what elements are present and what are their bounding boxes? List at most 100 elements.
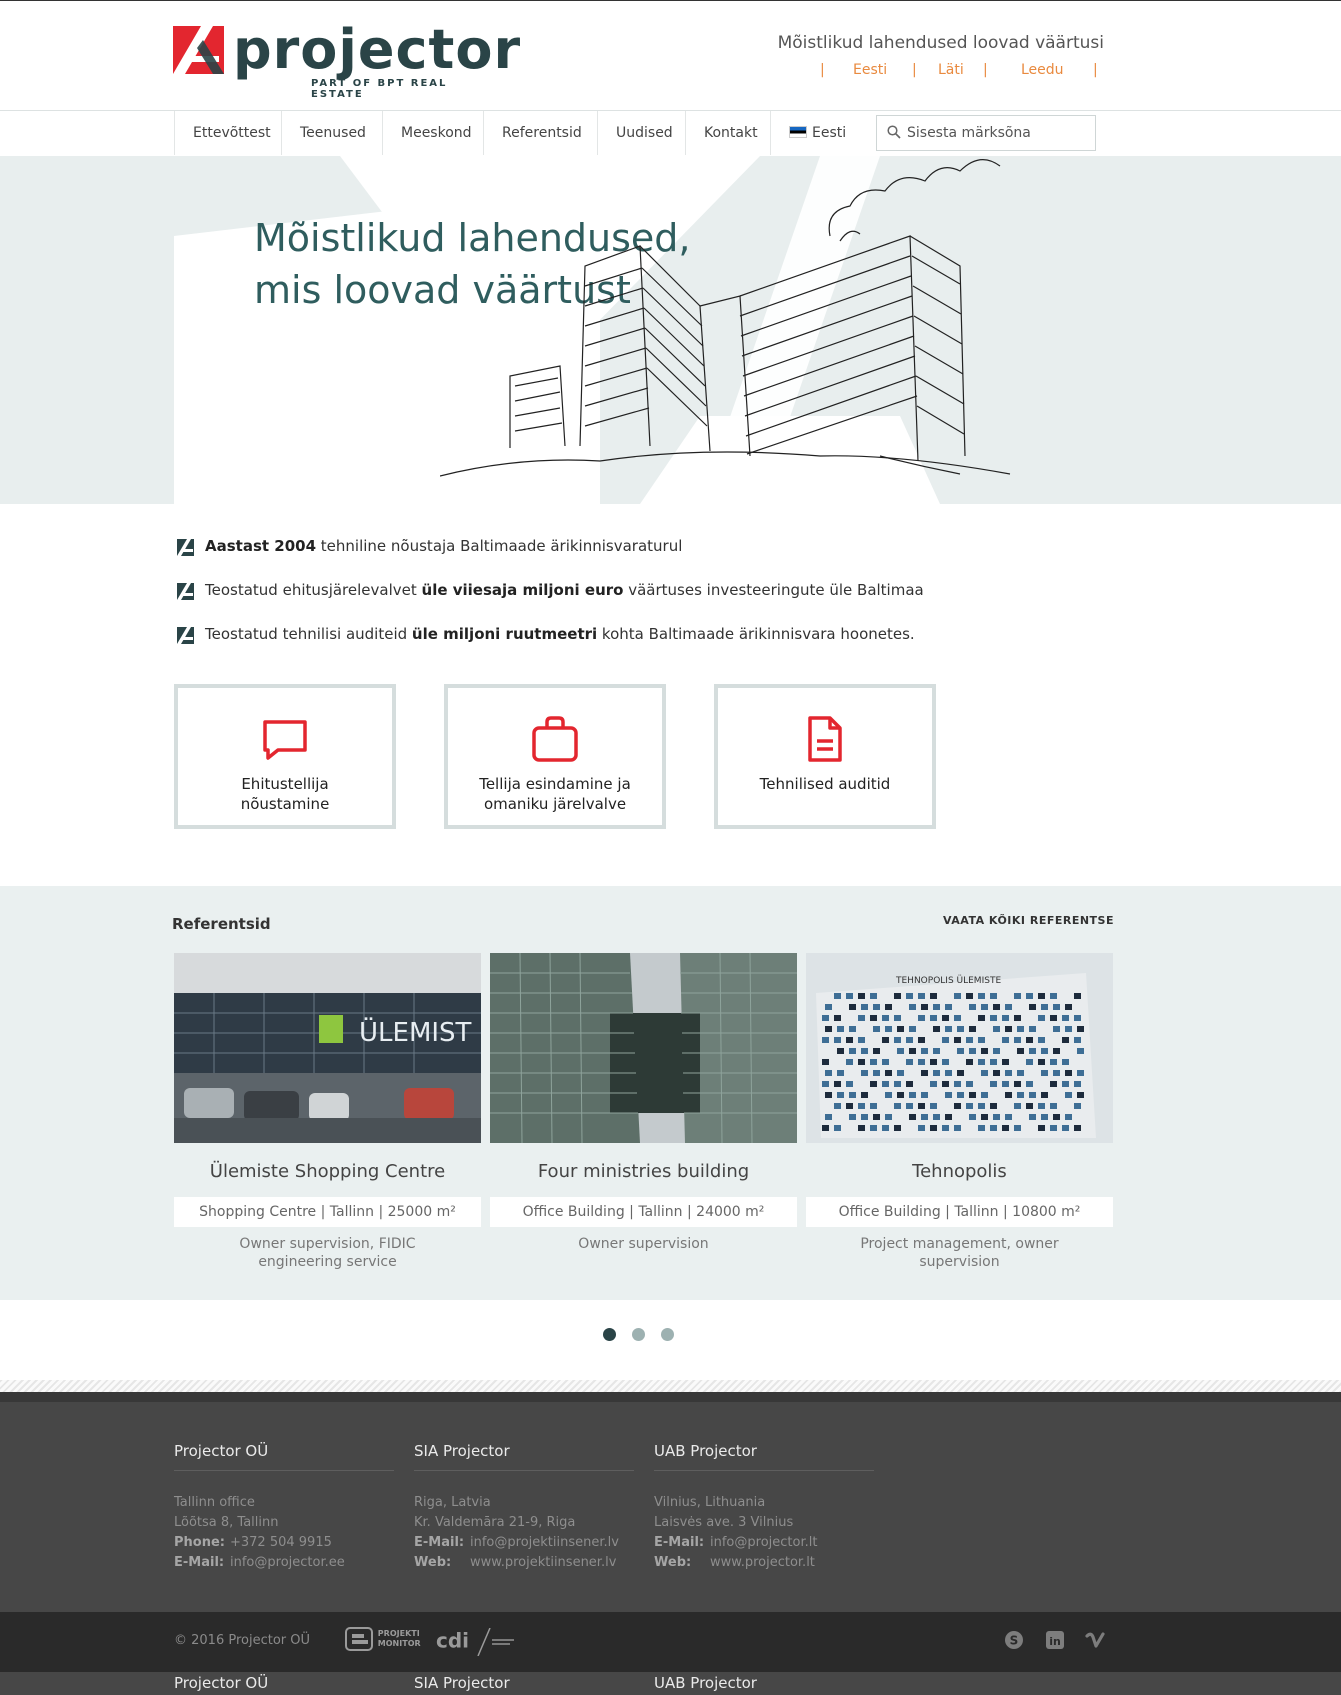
footer-office: Vilnius, Lithuania — [654, 1495, 766, 1510]
search-icon[interactable] — [887, 125, 901, 139]
briefcase-icon — [532, 716, 578, 762]
reference-image — [490, 953, 797, 1143]
vimeo-icon[interactable] — [1085, 1629, 1107, 1651]
references-title: Referentsid — [172, 915, 271, 933]
footer-top-bar — [0, 1392, 1341, 1402]
fact-text: Teostatud tehnilisi auditeid üle miljoni… — [205, 625, 915, 643]
logo-text: projector — [233, 18, 522, 81]
copyright: © 2016 Projector OÜ — [174, 1633, 311, 1648]
nav-item-referentsid[interactable]: Referentsid — [483, 111, 582, 155]
fact-text: Aastast 2004 tehniline nõustaja Baltimaa… — [205, 537, 683, 555]
footer-bottom-bar: © 2016 Projector OÜ PROJEKTI MONITOR cdi… — [0, 1612, 1341, 1672]
footer-contact: Vilnius, Lithuania Laisvės ave. 3 Vilniu… — [654, 1493, 874, 1573]
footer-label: Phone: — [174, 1535, 225, 1550]
reference-meta: Office Building | Tallinn | 10800 m² — [806, 1197, 1113, 1227]
slider-dot-2[interactable] — [632, 1328, 645, 1341]
reference-meta: Office Building | Tallinn | 24000 m² — [490, 1197, 797, 1227]
slider-dot-3[interactable] — [661, 1328, 674, 1341]
footer-column-title: SIA Projector — [414, 1442, 634, 1471]
hero-banner: Mõistlikud lahendused, mis loovad väärtu… — [0, 156, 1341, 504]
footer-office: Riga, Latvia — [414, 1495, 491, 1510]
footer-column-latvia: SIA Projector Riga, Latvia Kr. Valdemāra… — [414, 1442, 634, 1573]
partner-logo-projekti-monitor[interactable]: PROJEKTI MONITOR — [345, 1626, 422, 1658]
slider-dot-1[interactable] — [603, 1328, 616, 1341]
reference-card[interactable]: TEHNOPOLIS ÜLEMISTE Tehnopolis Office Bu… — [806, 953, 1113, 1271]
reference-description: Owner supervision, FIDIC engineering ser… — [239, 1236, 416, 1270]
footer-repeat-title: SIA Projector — [414, 1674, 510, 1692]
footer-label: E-Mail: — [174, 1555, 225, 1570]
footer-column-lithuania: UAB Projector Vilnius, Lithuania Laisvės… — [654, 1442, 874, 1573]
service-label: Tellija esindamine ja omaniku järelvalve — [479, 775, 631, 813]
monitor-logo-icon — [345, 1627, 373, 1651]
bullet-logo-icon — [177, 627, 194, 644]
nav-item-uudised[interactable]: Uudised — [597, 111, 673, 155]
reference-meta: Shopping Centre | Tallinn | 25000 m² — [174, 1197, 481, 1227]
logo-mark-icon — [173, 26, 224, 74]
footer-web-link[interactable]: www.projector.lt — [710, 1555, 815, 1570]
reference-card[interactable]: ÜLEMIST Ülemiste Shopping Centre Shoppin… — [174, 953, 481, 1271]
service-card-ehitustellija[interactable]: Ehitustellija nõustamine — [174, 684, 396, 829]
search-input[interactable] — [907, 123, 1087, 143]
logo[interactable]: projector PART OF BPT REAL ESTATE — [173, 18, 520, 100]
reference-name: Ülemiste Shopping Centre — [209, 1161, 446, 1182]
footer-email-link[interactable]: info@projector.lt — [710, 1535, 817, 1550]
skype-icon[interactable]: S — [1003, 1629, 1025, 1651]
header-tagline: Mõistlikud lahendused loovad väärtusi — [777, 33, 1104, 53]
footer-column-title: Projector OÜ — [174, 1442, 394, 1471]
lang-separator: | — [820, 62, 825, 78]
footer-repeat-title: UAB Projector — [654, 1674, 757, 1692]
reference-description: Owner supervision — [578, 1236, 709, 1252]
service-card-tellija-esindamine[interactable]: Tellija esindamine ja omaniku järelvalve — [444, 684, 666, 829]
estonian-flag-icon — [789, 126, 807, 138]
footer-column-title: UAB Projector — [654, 1442, 874, 1471]
top-border — [0, 0, 1341, 1]
nav-item-kontakt[interactable]: Kontakt — [685, 111, 758, 155]
footer-office: Tallinn office — [174, 1495, 255, 1510]
svg-text:ÜLEMIST: ÜLEMIST — [359, 1016, 472, 1048]
search-box — [876, 115, 1096, 151]
lang-separator: | — [912, 62, 917, 78]
lang-separator: | — [983, 62, 988, 78]
chat-icon — [263, 720, 307, 760]
footer-address: Kr. Valdemāra 21-9, Riga — [414, 1515, 576, 1530]
footer-web-link[interactable]: www.projektiinsener.lv — [470, 1555, 616, 1570]
svg-text:TEHNOPOLIS ÜLEMISTE: TEHNOPOLIS ÜLEMISTE — [895, 975, 1001, 986]
lang-link-leedu[interactable]: Leedu — [1021, 62, 1064, 78]
footer-label: E-Mail: — [654, 1535, 705, 1550]
footer-label: Web: — [414, 1555, 452, 1570]
document-icon — [808, 716, 842, 762]
linkedin-icon[interactable]: in — [1044, 1629, 1066, 1651]
nav-item-meeskond[interactable]: Meeskond — [382, 111, 472, 155]
lang-link-eesti[interactable]: Eesti — [853, 62, 887, 78]
service-card-tehnilised-auditid[interactable]: Tehnilised auditid — [714, 684, 936, 829]
footer: Projector OÜ Tallinn office Lõõtsa 8, Ta… — [0, 1402, 1341, 1612]
reference-description: Project management, owner supervision — [860, 1236, 1059, 1270]
reference-card[interactable]: Four ministries building Office Building… — [490, 953, 797, 1253]
footer-phone[interactable]: +372 504 9915 — [230, 1535, 332, 1550]
service-label: Tehnilised auditid — [759, 775, 891, 793]
footer-address: Laisvės ave. 3 Vilnius — [654, 1515, 794, 1530]
footer-stripe — [0, 1380, 1341, 1392]
lang-link-lati[interactable]: Läti — [938, 62, 964, 78]
svg-text:S: S — [1010, 1634, 1019, 1648]
logo-subtitle: PART OF BPT REAL ESTATE — [311, 78, 448, 100]
partner-logo-cdi[interactable]: cdi — [436, 1627, 516, 1660]
building-sketch-illustration — [440, 159, 1011, 477]
references-section: Referentsid VAATA KÕIKI REFERENTSE ÜLEMI… — [0, 886, 1341, 1300]
nav-item-teenused[interactable]: Teenused — [281, 111, 366, 155]
footer-column-estonia: Projector OÜ Tallinn office Lõõtsa 8, Ta… — [174, 1442, 394, 1573]
footer-address: Lõõtsa 8, Tallinn — [174, 1515, 279, 1530]
bullet-logo-icon — [177, 539, 194, 556]
footer-email-link[interactable]: info@projector.ee — [230, 1555, 345, 1570]
nav-language-selector[interactable]: Eesti — [770, 111, 846, 155]
service-label: Ehitustellija nõustamine — [240, 775, 330, 813]
bullet-logo-icon — [177, 583, 194, 600]
footer-repeat-strip: Projector OÜ SIA Projector UAB Projector — [0, 1672, 1341, 1695]
lang-separator: | — [1093, 62, 1098, 78]
footer-label: Web: — [654, 1555, 692, 1570]
nav-language-label: Eesti — [812, 125, 847, 141]
footer-contact: Riga, Latvia Kr. Valdemāra 21-9, Riga E-… — [414, 1493, 634, 1573]
nav-item-ettevottest[interactable]: Ettevõttest — [174, 111, 271, 155]
footer-email-link[interactable]: info@projektiinsener.lv — [470, 1535, 619, 1550]
view-all-references-link[interactable]: VAATA KÕIKI REFERENTSE — [943, 914, 1114, 927]
